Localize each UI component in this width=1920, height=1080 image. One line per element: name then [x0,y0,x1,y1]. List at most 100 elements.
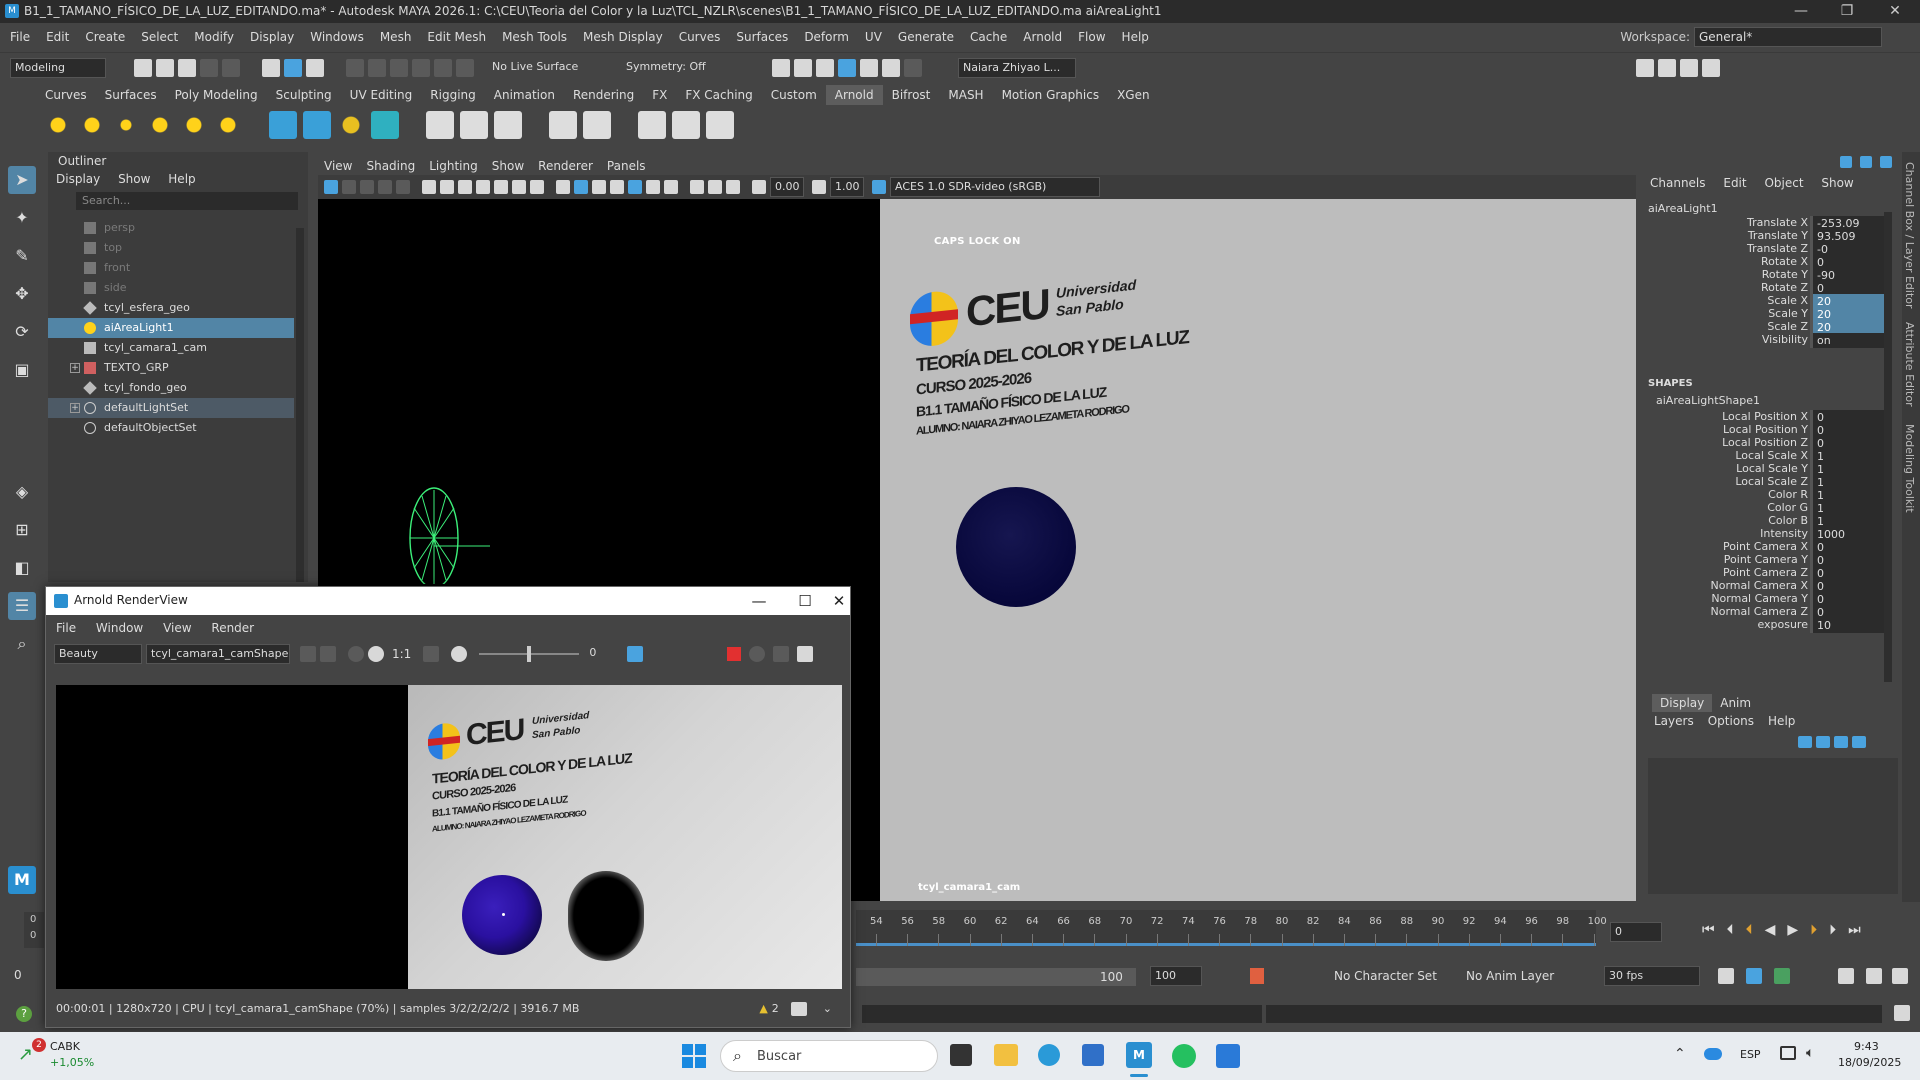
maya-taskbar-icon[interactable]: M [1126,1042,1152,1068]
live-surface-field[interactable]: No Live Surface [488,58,598,78]
isolate-select-icon[interactable] [690,180,704,194]
outliner-item-defaultlightset[interactable]: + defaultLightSet [48,398,294,418]
view-transform-dropdown[interactable]: ACES 1.0 SDR-video (sRGB) [890,177,1100,197]
image-plane-icon[interactable] [378,180,392,194]
shelf-tab-rigging[interactable]: Rigging [421,85,484,105]
menu-deform[interactable]: Deform [804,30,849,44]
camera-select-icon[interactable] [324,180,338,194]
safe-action-icon[interactable] [512,180,526,194]
go-to-end-icon[interactable]: ⏭ [1848,922,1861,938]
mesh-light-icon[interactable] [78,111,106,139]
curve-collector-icon[interactable] [337,111,365,139]
outliner-item-tcyl-camara1-cam[interactable]: tcyl_camara1_cam [48,338,294,358]
arv-close-button[interactable]: ✕ [828,589,850,613]
render-view-icon[interactable] [860,58,878,77]
store-icon[interactable] [1082,1044,1104,1066]
arv-refresh-icon[interactable] [749,646,766,662]
range-slider-bar[interactable] [856,968,1136,986]
shelf-tab-curves[interactable]: Curves [36,85,96,105]
channelbox-pin-icon[interactable] [1840,156,1852,168]
arv-minimize-button[interactable]: — [736,589,782,613]
select-hierarchy-icon[interactable] [262,58,280,77]
smooth-shade-icon[interactable] [574,180,588,194]
taskbar-search[interactable]: ⌕ Buscar [720,1040,938,1072]
file-explorer-icon[interactable] [994,1044,1018,1066]
mode-dropdown[interactable]: Modeling [10,57,106,78]
physical-sky-icon[interactable] [180,111,208,139]
ambient-occlusion-icon[interactable] [664,180,678,194]
play-forward-icon[interactable]: ▶ [1787,922,1798,938]
outliner-menu-display[interactable]: Display [56,172,100,186]
channelbox-menu-object[interactable]: Object [1764,176,1803,190]
light-portal-icon[interactable] [214,111,242,139]
menu-cache[interactable]: Cache [970,30,1007,44]
viewport-menu-lighting[interactable]: Lighting [429,159,478,173]
shape-channel-row[interactable]: exposure 10 [1640,618,1890,634]
arv-render-image[interactable]: CEU Universidad San Pablo TEORÍA DEL COL… [408,685,842,989]
arv-color-icon[interactable] [627,646,644,662]
channel-value[interactable]: 10 [1810,618,1886,633]
onedrive-icon[interactable] [1704,1048,1722,1060]
snap-curve-icon[interactable] [368,58,386,77]
go-to-start-icon[interactable]: ⏮ [1702,922,1715,938]
save-scene-icon[interactable] [178,58,196,77]
layer-move-down-icon[interactable] [1816,736,1830,748]
procedural-icon[interactable] [371,111,399,139]
layer-menu-help[interactable]: Help [1768,714,1795,728]
shelf-tab-poly-modeling[interactable]: Poly Modeling [166,85,267,105]
viewport-menu-view[interactable]: View [324,159,352,173]
shelf-tab-custom[interactable]: Custom [762,85,826,105]
character-set-field[interactable]: No Character Set [1334,969,1437,983]
gate-mask-icon[interactable] [476,180,490,194]
shelf-tab-mash[interactable]: MASH [939,85,992,105]
maximize-button[interactable]: ❐ [1824,2,1870,22]
arv-menu-window[interactable]: Window [96,621,143,635]
modeling-toolkit-icon[interactable] [1636,58,1654,77]
photometric-light-icon[interactable] [112,111,140,139]
anim-layer-field[interactable]: No Anim Layer [1466,969,1554,983]
range-end-field[interactable]: 100 [1150,966,1202,986]
layer-move-up-icon[interactable] [1798,736,1812,748]
layer-list[interactable] [1648,758,1898,894]
arv-expand-icon[interactable]: ⌄ [823,997,832,1021]
arv-menu-view[interactable]: View [163,621,191,635]
step-back-icon[interactable]: ⏴ [1727,922,1734,938]
menu-file[interactable]: File [10,30,30,44]
outliner-layout-icon[interactable]: ☰ [8,592,36,620]
outliner-search-input[interactable]: Search... [76,192,298,210]
arv-exposure-field[interactable]: 0 [585,644,615,664]
outliner-item-tcyl-esfera-geo[interactable]: tcyl_esfera_geo [48,298,294,318]
menu-display[interactable]: Display [250,30,294,44]
flush-cache-icon[interactable] [460,111,488,139]
menu-windows[interactable]: Windows [310,30,364,44]
arv-camera-dropdown[interactable]: tcyl_camara1_camShape [146,644,290,664]
2d-pan-icon[interactable] [396,180,410,194]
viewport-sphere[interactable] [956,487,1076,607]
shelf-tab-fx-caching[interactable]: FX Caching [676,85,761,105]
side-tab-attribute-editor[interactable]: Attribute Editor [1903,322,1916,407]
channel-value[interactable]: on [1810,333,1886,348]
vscode-icon[interactable] [1216,1044,1240,1068]
xray-icon[interactable] [708,180,722,194]
outliner-menu-help[interactable]: Help [168,172,195,186]
layer-tab-anim[interactable]: Anim [1712,694,1759,712]
arv-maximize-button[interactable]: ☐ [782,589,828,613]
four-view-icon[interactable]: ⊞ [8,516,36,544]
new-layer-selected-icon[interactable] [1852,736,1866,748]
safe-title-icon[interactable] [530,180,544,194]
time-slider-left[interactable]: 0 0 [24,912,44,948]
windows-start-icon[interactable] [682,1044,706,1068]
select-tool-icon[interactable]: ➤ [8,166,36,194]
close-button[interactable]: ✕ [1872,2,1918,22]
paint-select-icon[interactable]: ✎ [8,242,36,270]
tray-chevron-icon[interactable]: ⌃ [1674,1046,1686,1062]
side-tab-channel-box[interactable]: Channel Box / Layer Editor [1903,162,1916,309]
arv-menu-render[interactable]: Render [211,621,254,635]
language-indicator[interactable]: ESP [1740,1048,1761,1061]
shelf-tab-bifrost[interactable]: Bifrost [883,85,940,105]
task-view-icon[interactable] [950,1044,972,1066]
grid-icon[interactable] [422,180,436,194]
user-account-dropdown[interactable]: Naiara Zhiyao L... [958,57,1076,78]
persp-outliner-icon[interactable]: ◧ [8,554,36,582]
open-scene-icon[interactable] [156,58,174,77]
